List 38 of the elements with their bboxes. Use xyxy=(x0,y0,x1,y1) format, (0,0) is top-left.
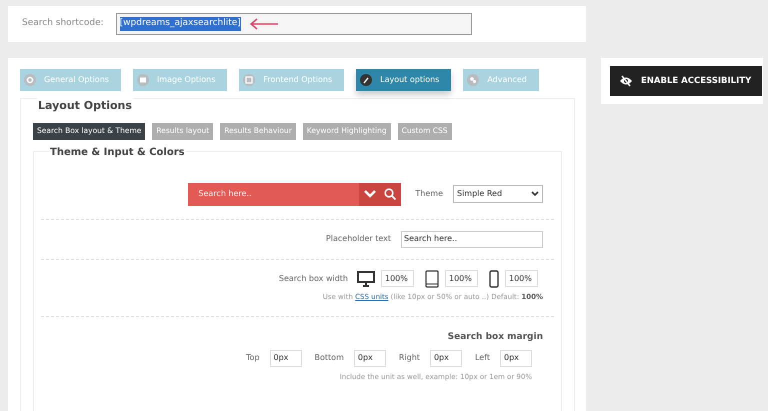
placeholder-label: Placeholder text xyxy=(326,233,391,245)
image-icon xyxy=(136,74,149,86)
chevron-down-icon xyxy=(364,190,376,198)
shortcode-text: [wpdreams_ajaxsearchlite] xyxy=(120,17,241,31)
margin-field[interactable]: 0px xyxy=(500,350,532,366)
width-field[interactable]: 100% xyxy=(505,270,538,287)
section-title: Layout Options xyxy=(37,98,133,114)
margin-label: Right xyxy=(398,352,420,364)
search-field[interactable]: Search here.. xyxy=(188,182,360,206)
tab[interactable]: Layout options xyxy=(356,69,452,91)
margin-label: Bottom xyxy=(314,352,344,364)
window-icon xyxy=(243,74,256,86)
search-icon xyxy=(384,188,396,200)
theme-label: Theme xyxy=(415,188,443,200)
desktop-icon xyxy=(357,270,375,286)
pen-icon xyxy=(360,74,372,86)
tablet-icon xyxy=(425,270,439,288)
eye-icon xyxy=(619,75,633,87)
shortcode-field[interactable]: [wpdreams_ajaxsearchlite] xyxy=(116,13,472,35)
margin-title: Search box margin xyxy=(448,331,543,344)
margin-field[interactable]: 0px xyxy=(430,350,462,366)
placeholder-field[interactable]: Search here.. xyxy=(401,230,543,248)
arrow-icon xyxy=(248,18,279,30)
phone-icon xyxy=(489,270,499,288)
margin-field[interactable]: 0px xyxy=(270,350,302,366)
shortcode-label: Search shortcode: xyxy=(22,17,104,30)
group-title: Theme & Input & Colors xyxy=(49,144,186,160)
chevron-down-icon xyxy=(531,191,539,197)
accessibility-button[interactable]: ENABLE ACCESSIBILITY xyxy=(610,66,762,96)
margin-field[interactable]: 0px xyxy=(354,350,386,366)
theme-select[interactable]: Simple Red xyxy=(453,185,543,203)
margin-label: Left xyxy=(474,352,490,364)
width-field[interactable]: 100% xyxy=(381,270,414,287)
gear-icon xyxy=(24,74,36,86)
width-label: Search box width xyxy=(278,272,348,284)
gears-icon xyxy=(467,74,480,86)
margin-label: Top xyxy=(246,352,260,364)
width-field[interactable]: 100% xyxy=(445,270,478,287)
